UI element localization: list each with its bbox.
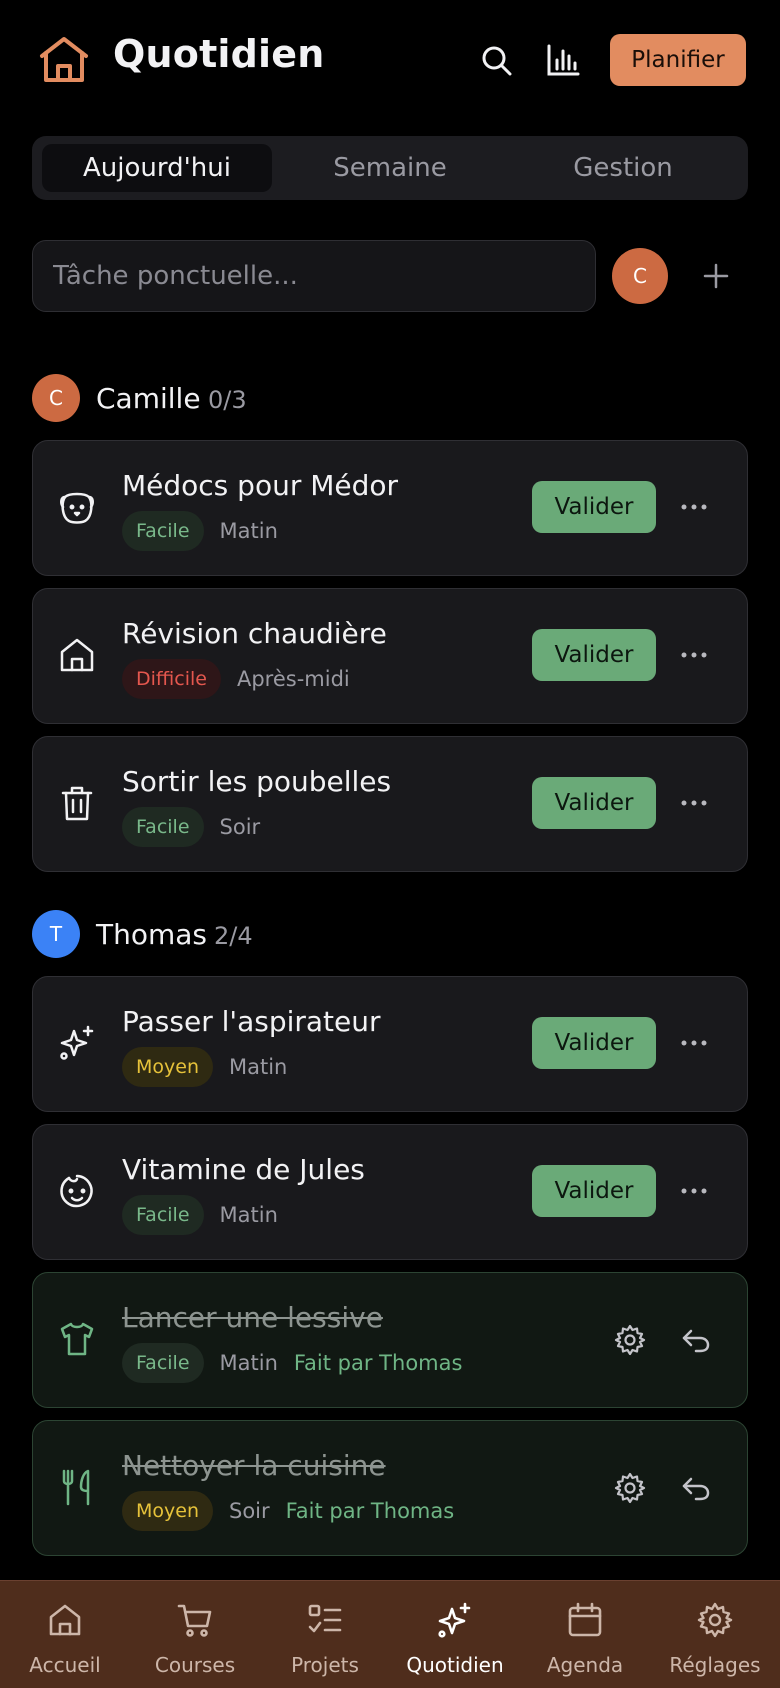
dog-icon xyxy=(60,492,94,524)
difficulty-badge: Facile xyxy=(122,1195,204,1235)
nav-item-shopping[interactable]: Courses xyxy=(130,1581,260,1688)
nav-label: Agenda xyxy=(546,1653,624,1677)
tab-today[interactable]: Aujourd'hui xyxy=(42,144,272,192)
avatar: C xyxy=(32,374,80,422)
task-count: 0/3 xyxy=(208,386,247,414)
more-options-icon[interactable] xyxy=(679,641,709,669)
task-card: Vitamine de Jules Facile Matin Valider xyxy=(32,1124,748,1260)
difficulty-badge: Facile xyxy=(122,1343,204,1383)
trash-icon xyxy=(61,786,93,821)
app-root: Quotidien Planifier Aujourd'hui Semaine … xyxy=(0,0,780,1688)
house-icon xyxy=(60,638,94,672)
cart-icon xyxy=(177,1604,212,1637)
task-title: Lancer une lessive xyxy=(122,1301,383,1334)
nav-label: Quotidien xyxy=(406,1653,504,1677)
avatar: T xyxy=(32,910,80,958)
undo-icon[interactable] xyxy=(679,1323,713,1357)
time-slot: Matin xyxy=(219,519,278,543)
nav-item-agenda[interactable]: Agenda xyxy=(520,1581,650,1688)
done-by-label: Fait par Thomas xyxy=(285,1499,455,1523)
nav-label: Courses xyxy=(154,1653,236,1677)
one-off-task-input[interactable] xyxy=(32,240,596,312)
validate-button[interactable]: Valider xyxy=(532,1017,656,1069)
settings-gear-icon[interactable] xyxy=(613,1471,647,1505)
task-meta: Moyen Matin xyxy=(122,1047,287,1087)
time-slot: Matin xyxy=(219,1203,278,1227)
task-card-done: Lancer une lessive Facile Matin Fait par… xyxy=(32,1272,748,1408)
task-card: Médocs pour Médor Facile Matin Valider xyxy=(32,440,748,576)
baby-icon xyxy=(60,1174,93,1208)
task-title: Révision chaudière xyxy=(122,617,387,650)
validate-button[interactable]: Valider xyxy=(532,481,656,533)
task-meta: Facile Matin Fait par Thomas xyxy=(122,1343,462,1383)
task-meta: Facile Matin xyxy=(122,511,278,551)
time-slot: Soir xyxy=(219,815,261,839)
difficulty-badge: Facile xyxy=(122,511,204,551)
done-by-label: Fait par Thomas xyxy=(293,1351,463,1375)
time-slot: Après-midi xyxy=(236,667,350,691)
task-title: Passer l'aspirateur xyxy=(122,1005,381,1038)
validate-button[interactable]: Valider xyxy=(532,629,656,681)
nav-item-daily[interactable]: Quotidien xyxy=(390,1581,520,1688)
more-options-icon[interactable] xyxy=(679,789,709,817)
task-card: Révision chaudière Difficile Après-midi … xyxy=(32,588,748,724)
person-header-camille: C Camille 0/3 xyxy=(32,374,748,422)
stats-icon[interactable] xyxy=(545,42,581,78)
more-options-icon[interactable] xyxy=(679,1029,709,1057)
difficulty-badge: Difficile xyxy=(122,659,221,699)
home-icon xyxy=(40,37,88,82)
time-slot: Matin xyxy=(229,1055,288,1079)
shirt-icon xyxy=(60,1322,94,1356)
page-title: Quotidien xyxy=(113,32,325,76)
task-title: Nettoyer la cuisine xyxy=(122,1449,386,1482)
difficulty-badge: Moyen xyxy=(122,1047,213,1087)
tab-week[interactable]: Semaine xyxy=(275,144,505,192)
plan-button[interactable]: Planifier xyxy=(610,34,746,86)
task-meta: Facile Matin xyxy=(122,1195,278,1235)
search-icon[interactable] xyxy=(478,42,514,78)
validate-button[interactable]: Valider xyxy=(532,1165,656,1217)
person-name: Thomas xyxy=(96,918,208,951)
assignee-avatar[interactable]: C xyxy=(612,248,668,304)
header: Quotidien Planifier xyxy=(0,0,780,120)
more-options-icon[interactable] xyxy=(679,1177,709,1205)
tab-management[interactable]: Gestion xyxy=(508,144,738,192)
nav-label: Accueil xyxy=(29,1653,101,1677)
home-icon xyxy=(49,1604,81,1636)
plus-icon[interactable] xyxy=(700,258,732,294)
difficulty-badge: Facile xyxy=(122,807,204,847)
nav-item-settings[interactable]: Réglages xyxy=(650,1581,780,1688)
person-name: Camille xyxy=(96,382,201,415)
task-title: Sortir les poubelles xyxy=(122,765,392,798)
calendar-icon xyxy=(568,1602,602,1637)
sparkles-icon xyxy=(60,1025,94,1060)
utensils-icon xyxy=(62,1469,90,1506)
validate-button[interactable]: Valider xyxy=(532,777,656,829)
nav-label: Projets xyxy=(291,1653,359,1677)
sparkles-icon xyxy=(438,1602,471,1638)
task-card: Sortir les poubelles Facile Soir Valider xyxy=(32,736,748,872)
nav-label: Réglages xyxy=(669,1653,761,1677)
task-meta: Facile Soir xyxy=(122,807,260,847)
person-header-thomas: T Thomas 2/4 xyxy=(32,910,748,958)
task-card: Passer l'aspirateur Moyen Matin Valider xyxy=(32,976,748,1112)
undo-icon[interactable] xyxy=(679,1471,713,1505)
task-count: 2/4 xyxy=(214,922,253,950)
task-meta: Difficile Après-midi xyxy=(122,659,350,699)
gear-icon xyxy=(697,1602,733,1638)
task-title: Médocs pour Médor xyxy=(122,469,399,502)
task-title: Vitamine de Jules xyxy=(122,1153,365,1186)
difficulty-badge: Moyen xyxy=(122,1491,213,1531)
time-slot: Matin xyxy=(219,1351,278,1375)
more-options-icon[interactable] xyxy=(679,493,709,521)
bottom-nav: Accueil Courses Projets Quotidien Agenda… xyxy=(0,1580,780,1688)
task-meta: Moyen Soir Fait par Thomas xyxy=(122,1491,454,1531)
time-slot: Soir xyxy=(229,1499,270,1523)
checklist-icon xyxy=(308,1604,342,1633)
view-tabs: Aujourd'hui Semaine Gestion xyxy=(32,136,748,200)
nav-item-home[interactable]: Accueil xyxy=(0,1581,130,1688)
settings-gear-icon[interactable] xyxy=(613,1323,647,1357)
nav-item-projects[interactable]: Projets xyxy=(260,1581,390,1688)
task-card-done: Nettoyer la cuisine Moyen Soir Fait par … xyxy=(32,1420,748,1556)
